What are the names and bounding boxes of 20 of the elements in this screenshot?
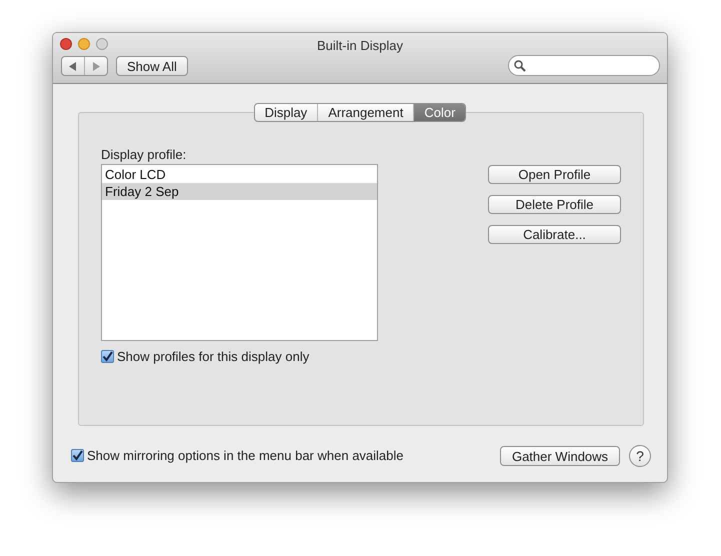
forward-arrow-icon	[92, 62, 100, 70]
help-button[interactable]: ?	[629, 445, 651, 467]
show-all-button[interactable]: Show All	[116, 56, 188, 76]
profile-label: Display profile:	[101, 146, 186, 164]
tab[interactable]: Color	[413, 104, 466, 121]
search-field[interactable]	[508, 55, 660, 76]
checkbox[interactable]	[71, 449, 84, 462]
window-title: Built-in Display	[316, 37, 404, 55]
search-icon	[514, 60, 526, 72]
tab[interactable]: Display	[254, 104, 318, 121]
checkbox-label: Show profiles for this display only	[117, 348, 310, 366]
profile-item[interactable]: Friday 2 Sep	[102, 183, 377, 200]
gather-windows-button[interactable]: Gather Windows	[500, 446, 620, 466]
profile-action-button[interactable]: Delete Profile	[488, 195, 621, 214]
close-button[interactable]	[60, 38, 72, 50]
back-arrow-icon	[69, 62, 77, 70]
checkbox[interactable]	[101, 350, 114, 364]
profile-action-button[interactable]: Calibrate...	[488, 225, 621, 244]
checkbox-label: Show mirroring options in the menu bar when available	[87, 447, 404, 465]
profile-action-button[interactable]: Open Profile	[488, 165, 621, 184]
